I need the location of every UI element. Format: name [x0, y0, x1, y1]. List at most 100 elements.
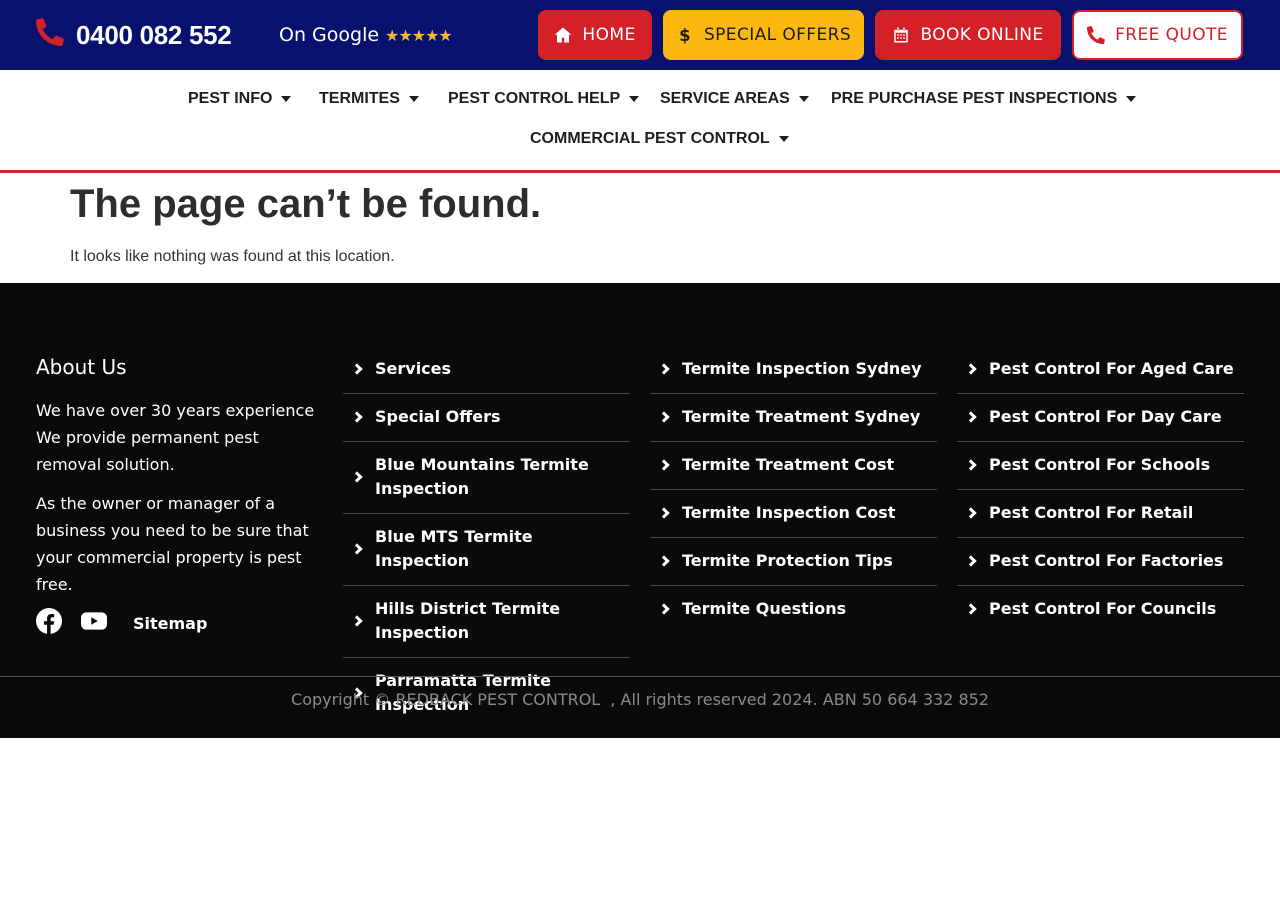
rating-stars: ★★★★★ — [385, 25, 453, 45]
footer-link[interactable]: Services — [343, 346, 630, 394]
chevron-right-icon — [658, 555, 670, 567]
chevron-right-icon — [965, 411, 977, 423]
main-nav: PEST INFO TERMITES PEST CONTROL HELP SER… — [0, 70, 1280, 173]
chevron-right-icon — [965, 459, 977, 471]
footer-link-label: Pest Control For Day Care — [989, 407, 1222, 426]
about-section: About Us We have over 30 years experienc… — [36, 353, 326, 598]
footer-link-label: Blue MTS Termite Inspection — [375, 527, 533, 570]
caret-down-icon — [1126, 96, 1137, 102]
google-rating: On Google ★★★★★ — [279, 24, 453, 46]
nav-item-label: SERVICE AREAS — [660, 90, 790, 107]
nav-item-pest-control-help[interactable]: PEST CONTROL HELP — [448, 90, 640, 108]
footer-link-label: Services — [375, 359, 452, 378]
footer-link[interactable]: Special Offers — [343, 394, 630, 442]
page-title: The page can’t be found. — [70, 182, 542, 226]
chevron-right-icon — [351, 615, 363, 627]
footer-link[interactable]: Pest Control For Aged Care — [957, 346, 1244, 394]
nav-item-pest-info[interactable]: PEST INFO — [188, 90, 292, 108]
footer-link-label: Termite Questions — [682, 599, 847, 618]
footer-link[interactable]: Termite Inspection Cost — [650, 490, 937, 538]
about-paragraph: As the owner or manager of a business yo… — [36, 494, 309, 594]
free-quote-button-label: FREE QUOTE — [1115, 25, 1228, 45]
footer-link[interactable]: Termite Treatment Sydney — [650, 394, 937, 442]
footer-link-label: Termite Inspection Sydney — [682, 359, 922, 378]
nav-item-service-areas[interactable]: SERVICE AREAS — [660, 90, 809, 108]
phone-icon — [36, 18, 64, 51]
phone-number: 0400 082 552 — [76, 19, 232, 50]
dollar-icon: $ — [679, 26, 691, 44]
footer-link[interactable]: Blue MTS Termite Inspection — [343, 514, 630, 586]
google-label: On Google — [279, 24, 380, 46]
caret-down-icon — [798, 96, 809, 102]
phone-link[interactable]: 0400 082 552 — [36, 18, 232, 51]
caret-down-icon — [629, 96, 640, 102]
chevron-right-icon — [658, 363, 670, 375]
footer-link-label: Termite Protection Tips — [682, 551, 893, 570]
top-bar: 0400 082 552 On Google ★★★★★ HOME $ SPEC… — [0, 0, 1280, 70]
chevron-right-icon — [965, 363, 977, 375]
footer-link-label: Pest Control For Aged Care — [989, 359, 1234, 378]
caret-down-icon — [281, 96, 292, 102]
footer-link-label: Termite Treatment Sydney — [682, 407, 921, 426]
footer-link[interactable]: Pest Control For Factories — [957, 538, 1244, 586]
free-quote-button[interactable]: FREE QUOTE — [1072, 10, 1243, 60]
footer-link[interactable]: Pest Control For Schools — [957, 442, 1244, 490]
nav-item-label: PRE PURCHASE PEST INSPECTIONS — [831, 90, 1118, 107]
footer-link-label: Blue Mountains Termite Inspection — [375, 455, 589, 498]
footer-link[interactable]: Hills District Termite Inspection — [343, 586, 630, 658]
nav-item-label: TERMITES — [319, 90, 400, 107]
chevron-right-icon — [658, 459, 670, 471]
footer-link[interactable]: Blue Mountains Termite Inspection — [343, 442, 630, 514]
svg-text:$: $ — [679, 26, 691, 44]
footer-divider — [0, 676, 1280, 677]
chevron-right-icon — [351, 471, 363, 483]
footer-link[interactable]: Termite Protection Tips — [650, 538, 937, 586]
chevron-right-icon — [658, 411, 670, 423]
footer-link-label: Pest Control For Factories — [989, 551, 1224, 570]
footer-link-label: Special Offers — [375, 407, 501, 426]
phone-icon — [1087, 26, 1105, 44]
footer-link-label: Pest Control For Schools — [989, 455, 1211, 474]
footer-links-column: Services Special Offers Blue Mountains T… — [343, 346, 630, 729]
footer-link[interactable]: Termite Inspection Sydney — [650, 346, 937, 394]
copyright-text: Copyright © REDBACK PEST CONTROL , All r… — [291, 690, 989, 709]
footer-link-label: Pest Control For Councils — [989, 599, 1217, 618]
chevron-right-icon — [658, 507, 670, 519]
sitemap-link[interactable]: Sitemap — [133, 614, 207, 633]
facebook-icon[interactable] — [36, 608, 62, 639]
home-icon — [555, 27, 572, 43]
nav-item-termites[interactable]: TERMITES — [319, 90, 419, 108]
chevron-right-icon — [351, 411, 363, 423]
youtube-icon[interactable] — [81, 608, 107, 639]
nav-item-commercial[interactable]: COMMERCIAL PEST CONTROL — [530, 130, 789, 148]
footer-link[interactable]: Termite Treatment Cost — [650, 442, 937, 490]
chevron-right-icon — [965, 507, 977, 519]
main-content: The page can’t be found. It looks like n… — [70, 180, 1210, 266]
social-links: Sitemap — [36, 608, 207, 639]
footer-link-label: Hills District Termite Inspection — [375, 599, 561, 642]
home-button[interactable]: HOME — [538, 10, 652, 60]
footer-link-label: Termite Inspection Cost — [682, 503, 896, 522]
footer: About Us We have over 30 years experienc… — [0, 283, 1280, 738]
footer-link[interactable]: Pest Control For Day Care — [957, 394, 1244, 442]
special-offers-button-label: SPECIAL OFFERS — [703, 25, 852, 45]
chevron-right-icon — [351, 363, 363, 375]
not-found-message: It looks like nothing was found at this … — [70, 248, 395, 265]
footer-link[interactable]: Pest Control For Retail — [957, 490, 1244, 538]
footer-links-column: Termite Inspection Sydney Termite Treatm… — [650, 346, 937, 633]
footer-link[interactable]: Termite Questions — [650, 586, 937, 633]
chevron-right-icon — [965, 603, 977, 615]
footer-link-label: Termite Treatment Cost — [682, 455, 895, 474]
footer-link[interactable]: Pest Control For Councils — [957, 586, 1244, 633]
book-online-button[interactable]: BOOK ONLINE — [875, 10, 1061, 60]
chevron-right-icon — [965, 555, 977, 567]
calendar-icon — [894, 27, 909, 43]
nav-item-label: COMMERCIAL PEST CONTROL — [530, 130, 770, 147]
nav-item-label: PEST CONTROL HELP — [448, 90, 621, 107]
chevron-right-icon — [658, 603, 670, 615]
book-online-button-label: BOOK ONLINE — [920, 25, 1044, 45]
caret-down-icon — [408, 96, 419, 102]
special-offers-button[interactable]: $ SPECIAL OFFERS — [663, 10, 864, 60]
home-button-label: HOME — [582, 25, 636, 45]
nav-item-pre-purchase[interactable]: PRE PURCHASE PEST INSPECTIONS — [831, 90, 1137, 108]
